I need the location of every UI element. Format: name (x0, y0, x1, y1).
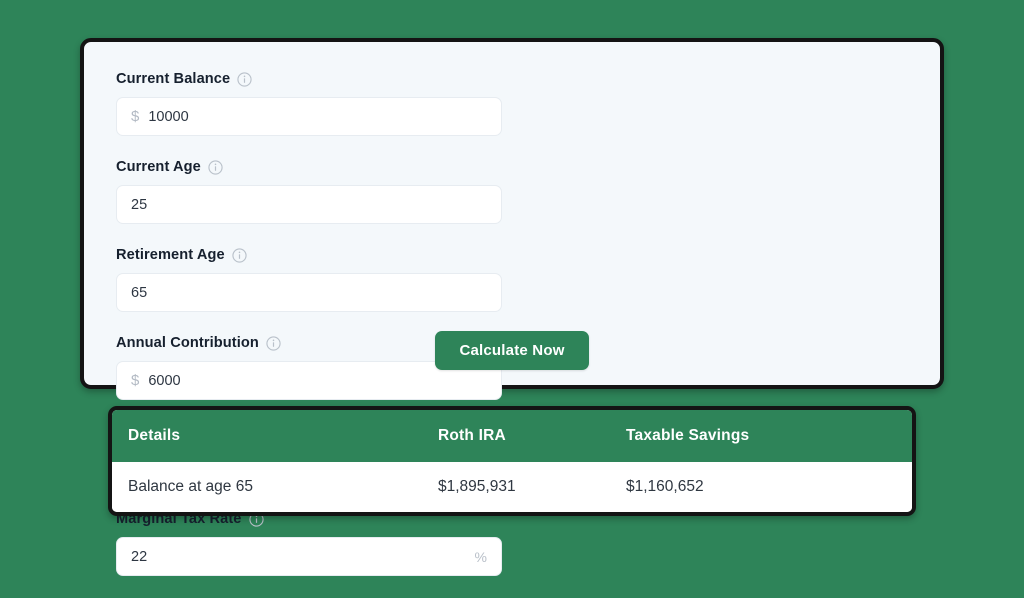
input-value: 65 (131, 284, 148, 301)
input-value: 6000 (148, 372, 181, 389)
currency-prefix: $ (131, 108, 140, 125)
info-circle-icon[interactable] (237, 71, 252, 87)
input-current-age[interactable]: 25 (116, 185, 502, 224)
results-card: Details Roth IRA Taxable Savings Balance… (108, 406, 916, 516)
field-marginal-tax-rate: Marginal Tax Rate 22 % (116, 510, 502, 576)
calculator-form-card: Current Balance $ 10000 Current Age 25 R… (80, 38, 944, 576)
header-roth-ira: Roth IRA (438, 427, 506, 444)
cell-taxable-savings: $1,160,652 (626, 462, 912, 512)
results-header-row: Details Roth IRA Taxable Savings (112, 410, 912, 462)
info-circle-icon[interactable] (232, 247, 247, 263)
input-value: 22 (131, 548, 148, 565)
field-label-text: Retirement Age (116, 247, 225, 263)
calculate-now-button[interactable]: Calculate Now (435, 331, 589, 370)
table-row: Balance at age 65 $1,895,931 $1,160,652 (112, 462, 912, 512)
cell-details: Balance at age 65 (112, 462, 438, 512)
percent-suffix: % (474, 548, 487, 565)
calculator-page: Current Balance $ 10000 Current Age 25 R… (0, 0, 1024, 576)
results-table: Details Roth IRA Taxable Savings Balance… (112, 410, 912, 512)
currency-prefix: $ (131, 372, 140, 389)
label-current-balance: Current Balance (116, 70, 502, 88)
field-label-text: Current Balance (116, 71, 231, 87)
field-retirement-age: Retirement Age 65 (116, 246, 502, 312)
submit-row: Calculate Now (84, 331, 940, 370)
input-marginal-tax-rate[interactable]: 22 % (116, 537, 502, 576)
results-table-body: Balance at age 65 $1,895,931 $1,160,652 (112, 462, 912, 512)
input-value: 10000 (148, 108, 189, 125)
results-table-head: Details Roth IRA Taxable Savings (112, 410, 912, 462)
input-value: 25 (131, 196, 148, 213)
header-taxable-savings: Taxable Savings (626, 427, 750, 444)
cell-roth-ira: $1,895,931 (438, 462, 626, 512)
label-current-age: Current Age (116, 158, 502, 176)
field-current-age: Current Age 25 (116, 158, 502, 224)
field-current-balance: Current Balance $ 10000 (116, 70, 502, 136)
field-label-text: Current Age (116, 159, 201, 175)
label-retirement-age: Retirement Age (116, 246, 502, 264)
header-details: Details (128, 427, 181, 444)
input-current-balance[interactable]: $ 10000 (116, 97, 502, 136)
info-circle-icon[interactable] (208, 159, 223, 175)
input-retirement-age[interactable]: 65 (116, 273, 502, 312)
